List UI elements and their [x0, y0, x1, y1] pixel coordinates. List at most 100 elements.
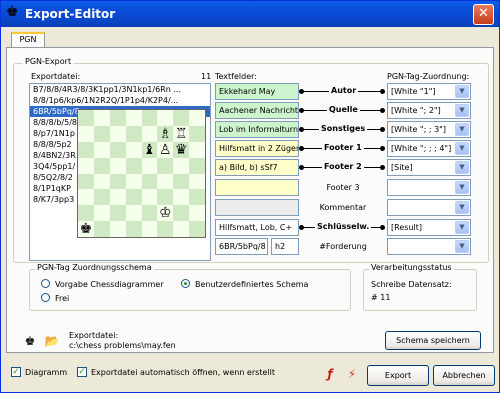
radio-benutzerdefiniert[interactable]: [181, 279, 190, 288]
radio-frei-label: Frei: [55, 294, 70, 303]
chevron-down-icon[interactable]: ▼: [455, 201, 469, 214]
text-field[interactable]: Aachener Nachricht: [215, 102, 299, 119]
board-square: [125, 173, 142, 190]
open-folder-button[interactable]: 📂: [43, 332, 61, 350]
file-count: 11: [201, 72, 212, 81]
board-square: [93, 221, 110, 237]
board-square: [93, 125, 110, 142]
tag-select[interactable]: [Site] ▼: [387, 159, 471, 176]
board-square: [189, 173, 205, 190]
fen-suffix-field[interactable]: h2: [271, 238, 299, 255]
tag-select[interactable]: [White "; ; 3"] ▼: [387, 121, 471, 138]
board-square: [125, 189, 142, 206]
tag-select[interactable]: [White "; 2"] ▼: [387, 102, 471, 119]
list-item[interactable]: 8/8/1p6/kp6/1N2R2Q/1P1p4/K2P4/...: [30, 95, 210, 106]
mapping-connector: Autor: [299, 83, 387, 100]
text-field[interactable]: a) Bild, b) sSf7: [215, 159, 299, 176]
chevron-down-icon[interactable]: ▼: [455, 123, 469, 136]
board-square: [189, 205, 205, 222]
chess-board-preview: ♗ ♖ ♝ ♙ ♛ ♔ ♚: [77, 109, 206, 238]
tag-select[interactable]: [White "; ; ; 4"] ▼: [387, 140, 471, 157]
tag-select-value: [Site]: [391, 163, 413, 172]
export-file-path: c:\chess problems\may.fen: [69, 341, 176, 350]
board-square: [109, 141, 126, 158]
text-field-value: Lob im Informalturnie: [219, 125, 299, 134]
export-button[interactable]: Export: [367, 365, 429, 386]
pdf-button[interactable]: ƒ: [321, 365, 339, 383]
autoopen-checkbox-label: Exportdatei automatisch öffnen, wenn ers…: [91, 368, 275, 377]
diagram-checkbox[interactable]: ✓: [11, 367, 21, 377]
board-square: [157, 157, 174, 174]
cancel-button[interactable]: Abbrechen: [433, 365, 495, 386]
chevron-down-icon[interactable]: ▼: [455, 240, 469, 253]
text-field[interactable]: Ekkehard May: [215, 83, 299, 100]
board-square: [173, 205, 190, 222]
connector-dot: [299, 108, 304, 113]
text-field[interactable]: Lob im Informalturnie: [215, 121, 299, 138]
chevron-down-icon[interactable]: ▼: [455, 85, 469, 98]
connector-dot: [299, 225, 304, 230]
mapping-label: Kommentar: [319, 203, 367, 212]
text-field[interactable]: Hilfsmatt in 2 Zügen: [215, 140, 299, 157]
diagram-button[interactable]: ♚: [21, 332, 39, 350]
board-square: [189, 110, 205, 126]
king-icon: ♚: [24, 334, 36, 348]
text-field[interactable]: Hilfsmatt, Lob, C+: [215, 219, 299, 236]
tab-pgn[interactable]: PGN: [11, 32, 45, 48]
status-group-label: Verarbeitungsstatus: [369, 263, 454, 272]
tag-select[interactable]: ▼: [387, 238, 471, 255]
close-button[interactable]: ✕: [473, 4, 494, 25]
tag-select[interactable]: ▼: [387, 179, 471, 196]
chess-piece-icon: ♖: [174, 125, 188, 142]
board-square: [173, 173, 190, 190]
fen-field[interactable]: 6BR/5bPq/8: [215, 238, 268, 255]
chevron-down-icon[interactable]: ▼: [455, 104, 469, 117]
tag-select[interactable]: [White "1"] ▼: [387, 83, 471, 100]
board-square: [78, 173, 94, 190]
tag-select-value: [White "; ; ; 4"]: [391, 144, 452, 153]
tag-select-value: [White "; ; 3"]: [391, 125, 446, 134]
chess-piece-icon: ♛: [174, 141, 188, 158]
mapping-label: Footer 2: [322, 162, 364, 171]
tag-select[interactable]: ▼: [387, 199, 471, 216]
chevron-down-icon[interactable]: ▼: [455, 161, 469, 174]
schema-group-label: PGN-Tag Zuordnungsschema: [35, 263, 154, 272]
diagram-checkbox-label: Diagramm: [25, 368, 68, 377]
connector-dot: [380, 108, 385, 113]
mapping-connector: Quelle: [299, 102, 387, 119]
board-square: [173, 110, 190, 126]
close-icon: ✕: [478, 6, 489, 21]
board-square: [157, 189, 174, 206]
board-square: [125, 221, 142, 237]
bolt-button[interactable]: ⚡: [343, 365, 361, 383]
text-field-value: Ekkehard May: [219, 87, 276, 96]
text-field[interactable]: [215, 179, 299, 196]
connector-dot: [380, 89, 385, 94]
status-line2: # 11: [371, 293, 391, 302]
chevron-down-icon[interactable]: ▼: [455, 221, 469, 234]
board-square: [109, 221, 126, 237]
radio-vorgabe[interactable]: [41, 279, 50, 288]
pgn-export-group-label: PGN-Export: [23, 57, 74, 66]
board-square: [141, 173, 158, 190]
king-icon: ♚: [6, 4, 19, 20]
board-square: [125, 141, 142, 158]
save-schema-button[interactable]: Schema speichern: [385, 331, 481, 350]
radio-frei[interactable]: [41, 293, 50, 302]
board-square: [125, 110, 142, 126]
autoopen-checkbox[interactable]: ✓: [77, 367, 87, 377]
tag-select[interactable]: [Result] ▼: [387, 219, 471, 236]
board-square: [173, 189, 190, 206]
text-field-value: a) Bild, b) sSf7: [219, 163, 278, 172]
board-square: [125, 205, 142, 222]
fen-value: 6BR/5bPq/8: [219, 242, 266, 251]
title-bar[interactable]: ♚ Export-Editor ✕: [1, 1, 499, 27]
export-editor-window: ♚ Export-Editor ✕ PGN PGN-Export Exportd…: [0, 0, 500, 393]
board-square: [109, 110, 126, 126]
board-square: [125, 157, 142, 174]
list-item[interactable]: B7/8/8/4R3/8/3K1pp1/3N1kp1/6Rn ...: [30, 84, 210, 95]
chevron-down-icon[interactable]: ▼: [455, 142, 469, 155]
text-field[interactable]: [215, 199, 299, 216]
chevron-down-icon[interactable]: ▼: [455, 181, 469, 194]
connector-dot: [299, 89, 304, 94]
